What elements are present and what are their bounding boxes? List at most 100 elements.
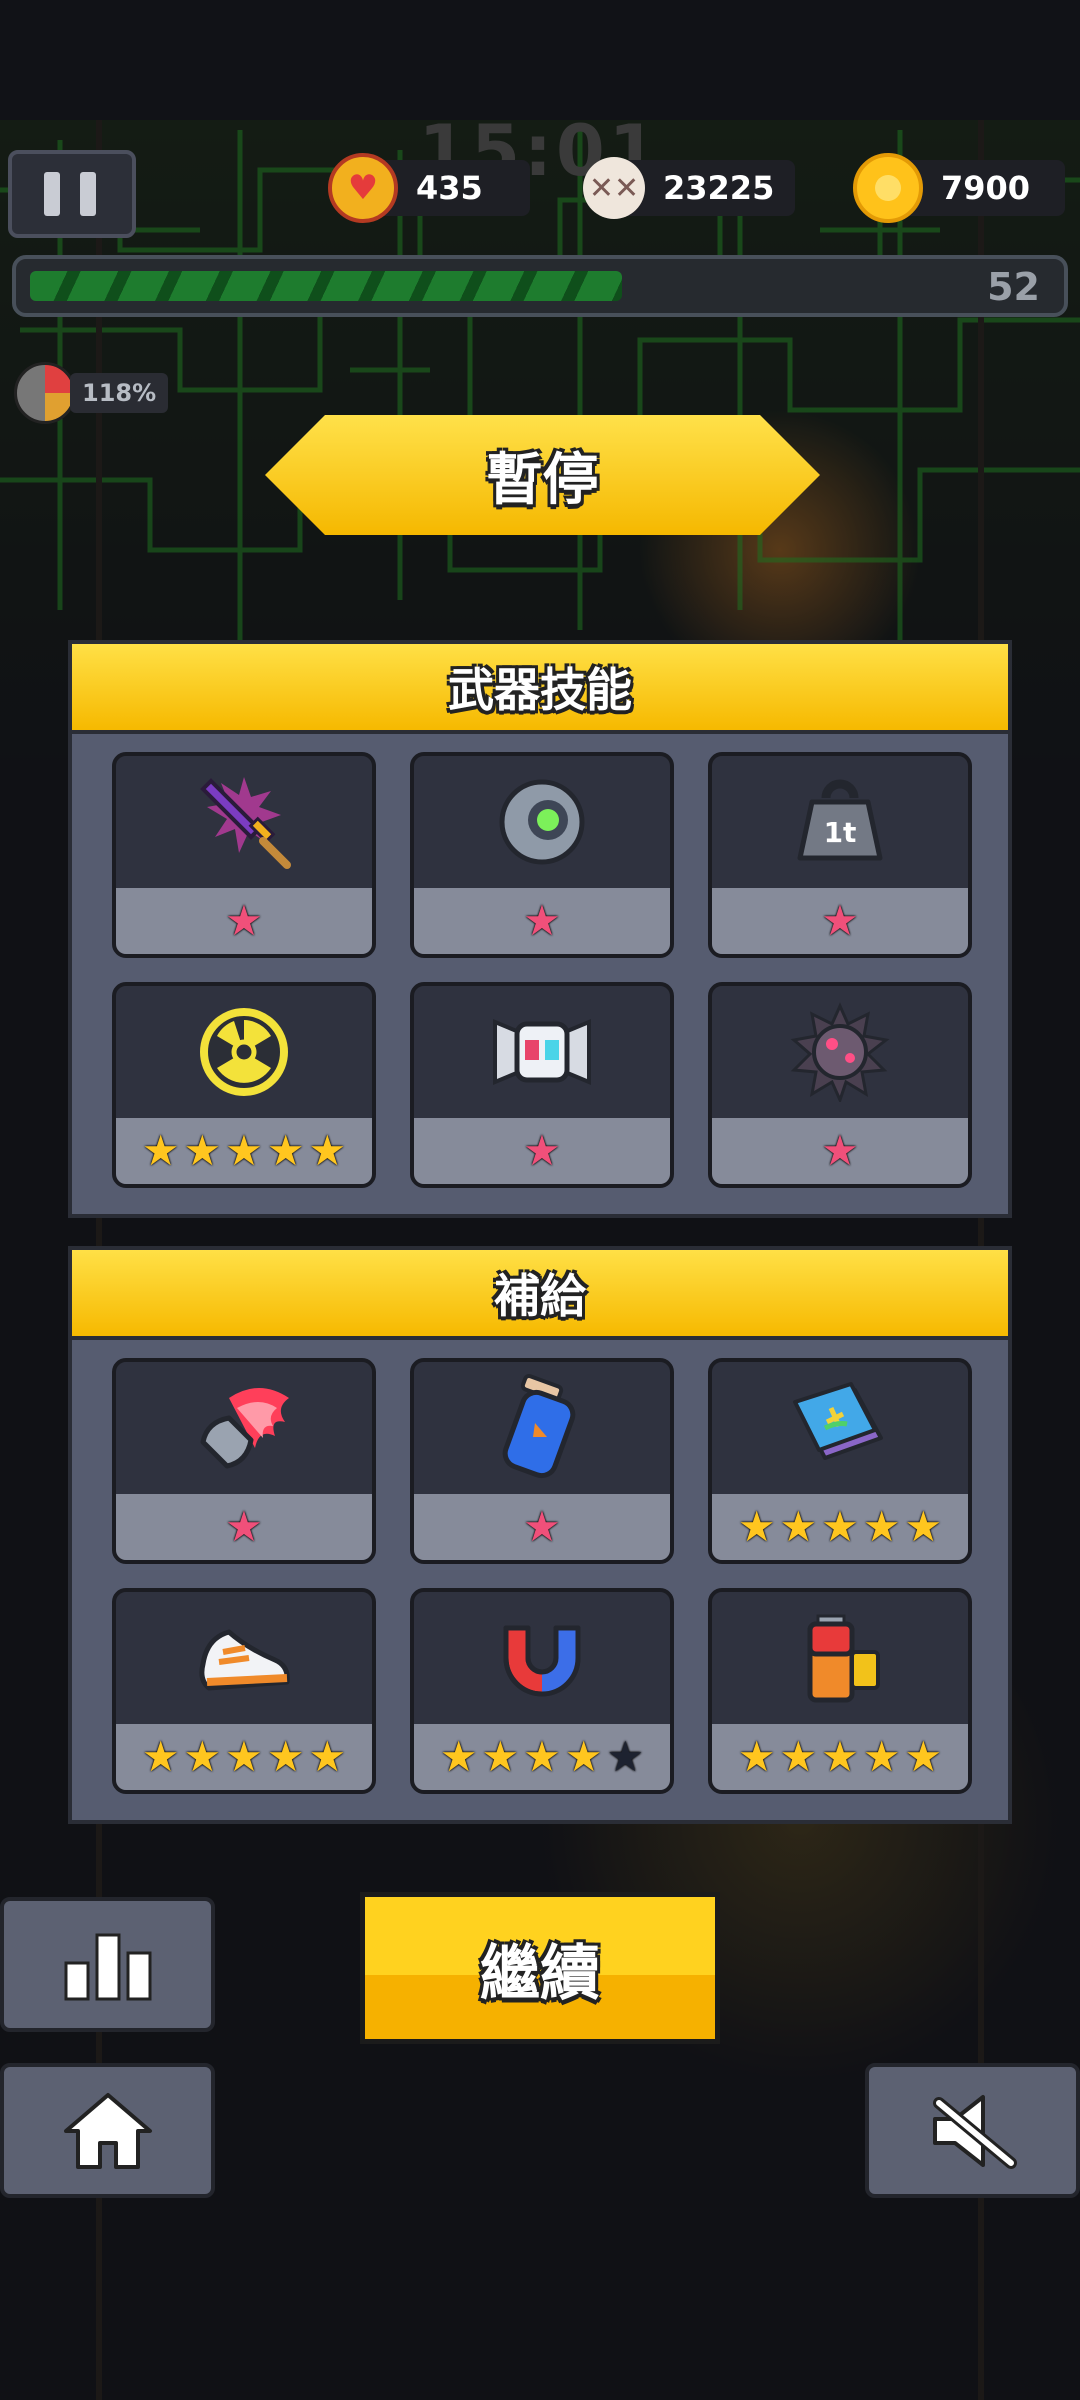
star-filled-icon: ★ — [225, 1126, 263, 1175]
star-rating: ★ — [414, 1118, 670, 1184]
star-filled-icon: ★ — [481, 1732, 520, 1781]
star-rating: ★ — [116, 888, 372, 954]
star-filled-icon: ★ — [225, 896, 263, 945]
star-empty-icon: ★ — [606, 1732, 645, 1781]
star-filled-icon: ★ — [904, 1502, 943, 1551]
star-filled-icon: ★ — [821, 1732, 859, 1781]
weapon-slot[interactable]: ★ ★ ★ ★ ★ — [112, 982, 376, 1188]
level-value: 52 — [987, 265, 1040, 309]
home-icon — [63, 2092, 152, 2169]
weapon-slot[interactable]: ★ — [410, 752, 674, 958]
weapon-slot[interactable]: ★ — [410, 982, 674, 1188]
star-filled-icon: ★ — [266, 1732, 305, 1781]
battery-icon — [712, 1592, 968, 1724]
continue-label: 繼續 — [480, 1938, 600, 2009]
star-filled-icon: ★ — [737, 1732, 776, 1781]
book-icon — [712, 1362, 968, 1494]
star-filled-icon: ★ — [862, 1502, 901, 1551]
coin-counter: 7900 — [853, 153, 1065, 223]
star-filled-icon: ★ — [564, 1732, 603, 1781]
star-rating: ★ — [414, 888, 670, 954]
supply-slot[interactable]: ★ ★ ★ ★ ★ — [112, 1588, 376, 1794]
spiked-mine-icon — [712, 986, 968, 1118]
coin-icon — [853, 153, 923, 223]
hp-value: 435 — [416, 169, 483, 207]
bar-chart-icon — [64, 1933, 151, 2000]
supply-slot[interactable]: ★ ★ ★ ★ ★ — [708, 1588, 972, 1794]
skull-icon: ✕✕ — [583, 157, 645, 219]
mute-button[interactable] — [865, 2063, 1080, 2198]
supplies-panel: 補給 ★ ★ ★ ★ ★ ★ ★ ★ ★ ★ ★ ★ ★ ★ ★ ★ ★ ★ ★ ★ ★ ★ — [68, 1246, 1012, 1824]
star-filled-icon: ★ — [523, 896, 561, 945]
star-filled-icon: ★ — [183, 1126, 222, 1175]
star-filled-icon: ★ — [225, 1732, 263, 1781]
kill-value: 23225 — [663, 169, 775, 207]
star-filled-icon: ★ — [904, 1732, 943, 1781]
star-filled-icon: ★ — [821, 896, 859, 945]
star-filled-icon: ★ — [779, 1732, 818, 1781]
star-filled-icon: ★ — [862, 1732, 901, 1781]
pause-title-banner: 暫停 — [265, 415, 820, 535]
star-filled-icon: ★ — [821, 1126, 859, 1175]
weapon-slot[interactable]: ★ — [112, 752, 376, 958]
star-filled-icon: ★ — [821, 1502, 859, 1551]
xp-fill — [30, 271, 622, 301]
star-rating: ★ ★ ★ ★ ★ — [116, 1724, 372, 1790]
star-filled-icon: ★ — [308, 1126, 347, 1175]
supply-slot[interactable]: ★ — [410, 1358, 674, 1564]
continue-button[interactable]: 繼續 — [360, 1892, 720, 2044]
pause-title: 暫停 — [486, 447, 599, 513]
xp-progress-bar: 52 — [12, 255, 1068, 317]
star-filled-icon: ★ — [141, 1126, 180, 1175]
speed-gauge-icon — [14, 362, 76, 424]
star-rating: ★ ★ ★ ★ ★ — [116, 1118, 372, 1184]
star-rating: ★ — [414, 1494, 670, 1560]
weapon-skills-panel: 武器技能 ★ ★ 1t ★ ★ ★ ★ ★ ★ ★ ★ — [68, 640, 1012, 1218]
speed-value: 118% — [70, 373, 169, 413]
star-filled-icon: ★ — [266, 1126, 305, 1175]
supply-slot[interactable]: ★ ★ ★ ★ ★ — [708, 1358, 972, 1564]
heart-icon: ♥ — [328, 153, 398, 223]
star-filled-icon: ★ — [141, 1732, 180, 1781]
speed-indicator: 118% — [14, 362, 169, 424]
weapon-skills-header: 武器技能 — [72, 644, 1008, 734]
weapon-slot[interactable]: ★ — [708, 982, 972, 1188]
star-filled-icon: ★ — [183, 1732, 222, 1781]
coin-value: 7900 — [941, 169, 1031, 207]
star-rating: ★ ★ ★ ★ ★ — [414, 1724, 670, 1790]
svg-text:1t: 1t — [824, 816, 857, 849]
star-filled-icon: ★ — [779, 1502, 818, 1551]
radiation-disc-icon — [116, 986, 372, 1118]
purple-sword-icon — [116, 756, 372, 888]
sound-off-icon — [932, 2094, 1017, 2169]
kill-counter: ✕✕ 23225 — [583, 157, 795, 219]
robot-helmet-icon — [414, 986, 670, 1118]
hp-counter: ♥ 435 — [328, 153, 530, 223]
orb-drone-icon — [414, 756, 670, 888]
stats-button[interactable] — [0, 1897, 215, 2032]
supply-slot[interactable]: ★ — [112, 1358, 376, 1564]
star-filled-icon: ★ — [523, 1126, 561, 1175]
star-rating: ★ — [712, 888, 968, 954]
supply-slot[interactable]: ★ ★ ★ ★ ★ — [410, 1588, 674, 1794]
supplies-header: 補給 — [72, 1250, 1008, 1340]
star-filled-icon: ★ — [439, 1732, 478, 1781]
home-button[interactable] — [0, 2063, 215, 2198]
weight-1t-icon: 1t — [712, 756, 968, 888]
pause-icon — [44, 172, 60, 216]
flaming-bullet-icon — [116, 1362, 372, 1494]
weapon-slot[interactable]: 1t ★ — [708, 752, 972, 958]
pause-button[interactable] — [8, 150, 136, 238]
star-filled-icon: ★ — [225, 1502, 263, 1551]
energy-can-icon — [414, 1362, 670, 1494]
star-filled-icon: ★ — [737, 1502, 776, 1551]
weapon-skills-title: 武器技能 — [448, 663, 632, 717]
star-rating: ★ — [116, 1494, 372, 1560]
sneaker-icon — [116, 1592, 372, 1724]
star-filled-icon: ★ — [523, 1502, 561, 1551]
star-filled-icon: ★ — [308, 1732, 347, 1781]
star-rating: ★ — [712, 1118, 968, 1184]
star-rating: ★ ★ ★ ★ ★ — [712, 1724, 968, 1790]
star-rating: ★ ★ ★ ★ ★ — [712, 1494, 968, 1560]
supplies-title: 補給 — [494, 1269, 586, 1323]
